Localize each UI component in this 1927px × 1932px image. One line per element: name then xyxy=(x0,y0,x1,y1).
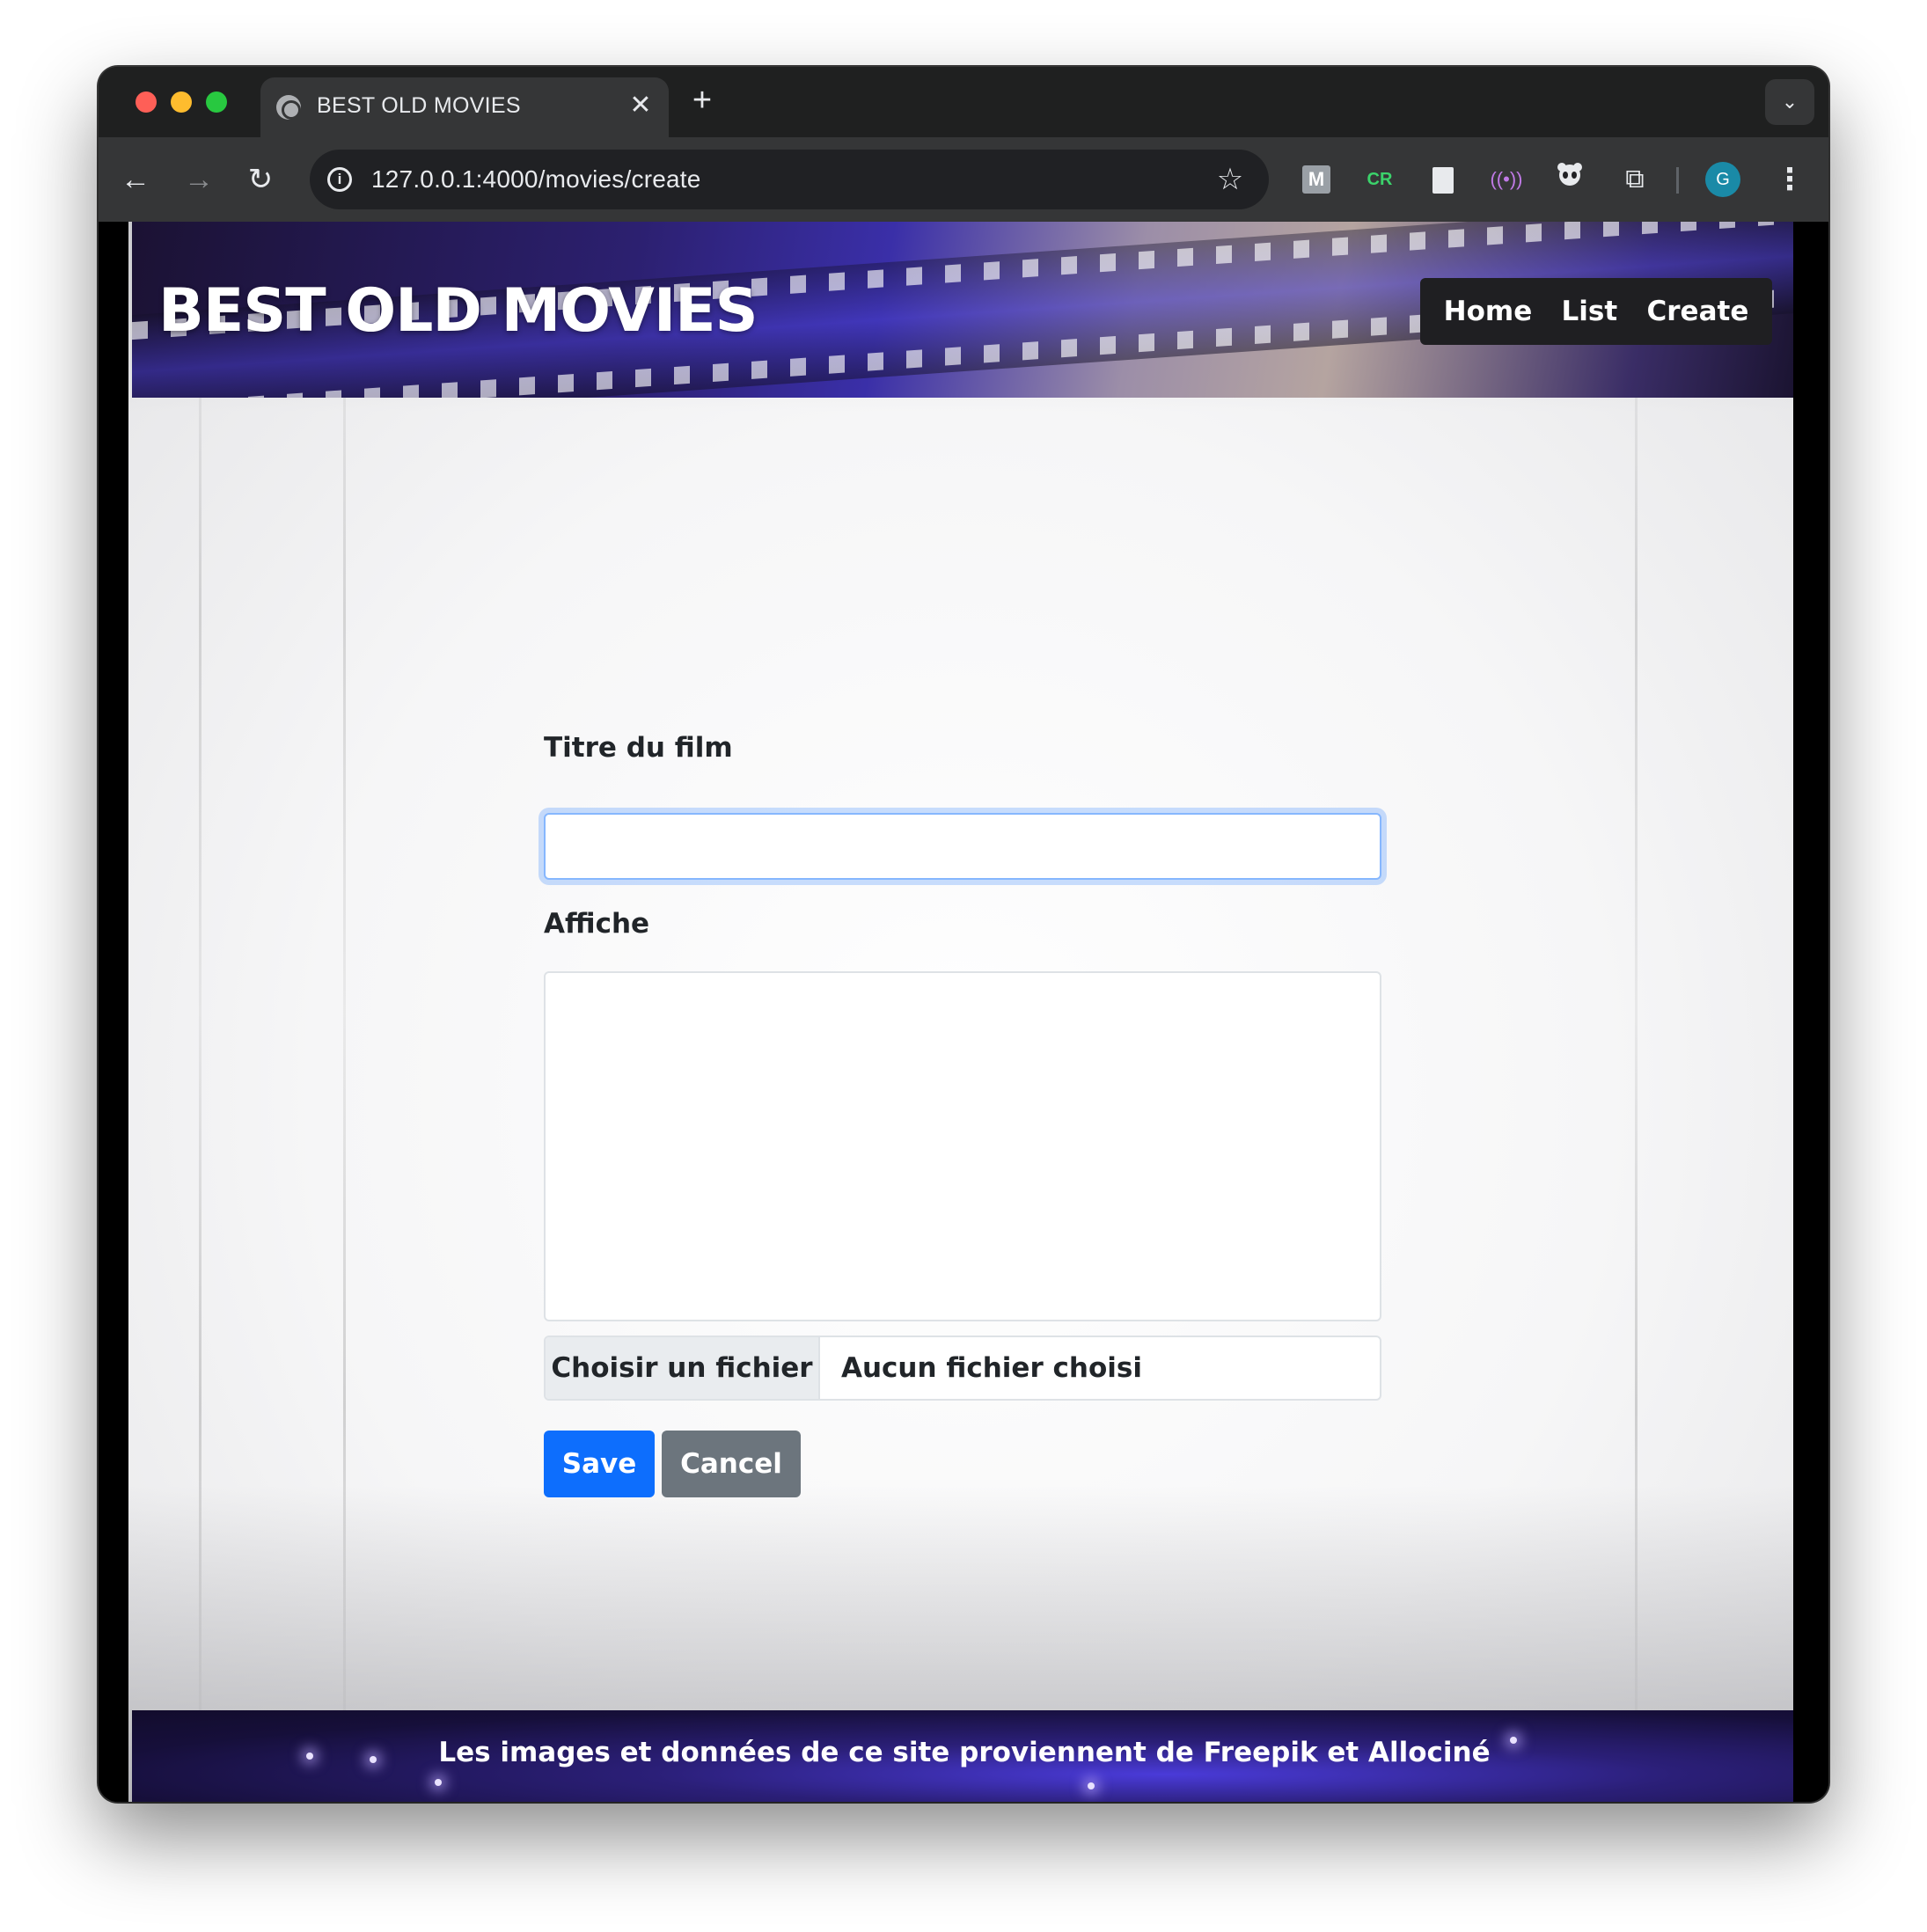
file-status-text: Aucun fichier choisi xyxy=(841,1352,1142,1384)
save-button[interactable]: Save xyxy=(544,1431,655,1497)
browser-toolbar: ← → ↻ i 127.0.0.1:4000/movies/create ☆ M… xyxy=(99,137,1828,222)
site-info-icon[interactable]: i xyxy=(327,167,352,192)
reload-icon[interactable]: ↻ xyxy=(239,158,282,201)
extension-radio-icon[interactable]: ((•)) xyxy=(1487,160,1526,199)
viewport-right-edge xyxy=(1799,222,1828,1802)
address-bar[interactable]: i 127.0.0.1:4000/movies/create ☆ xyxy=(310,150,1269,209)
browser-titlebar: BEST OLD MOVIES ✕ + ⌄ xyxy=(99,67,1828,137)
globe-icon xyxy=(276,95,301,120)
title-label: Titre du film xyxy=(544,732,733,764)
url-text[interactable]: 127.0.0.1:4000/movies/create xyxy=(371,165,701,194)
poster-textarea[interactable] xyxy=(544,971,1381,1321)
page-viewport: BEST OLD MOVIES Home List Create Titre d… xyxy=(128,222,1793,1802)
tab-search-chevron-down-icon[interactable]: ⌄ xyxy=(1765,79,1814,125)
close-window-button[interactable] xyxy=(136,91,157,113)
extension-m-icon[interactable]: M xyxy=(1297,160,1336,199)
extension-doc-icon[interactable] xyxy=(1424,160,1462,199)
extension-panda-icon[interactable] xyxy=(1550,160,1589,199)
profile-avatar[interactable]: G xyxy=(1705,162,1740,197)
browser-menu-icon[interactable]: ⋮ xyxy=(1770,158,1809,201)
title-input[interactable] xyxy=(544,813,1381,880)
nav-home-link[interactable]: Home xyxy=(1444,296,1533,327)
toolbar-divider xyxy=(1676,167,1679,194)
cancel-button[interactable]: Cancel xyxy=(662,1431,801,1497)
extension-cr-icon[interactable]: CR xyxy=(1360,160,1399,199)
file-input[interactable]: Choisir un fichier Aucun fichier choisi xyxy=(544,1336,1381,1401)
film-scratch xyxy=(199,222,201,1802)
back-arrow-icon[interactable]: ← xyxy=(114,158,157,201)
site-footer: Les images et données de ce site provien… xyxy=(132,1710,1793,1802)
poster-label: Affiche xyxy=(544,908,650,940)
browser-tab[interactable]: BEST OLD MOVIES ✕ xyxy=(260,77,669,137)
browser-window: BEST OLD MOVIES ✕ + ⌄ ← → ↻ i 127.0.0.1:… xyxy=(99,67,1828,1802)
nav-list-link[interactable]: List xyxy=(1562,296,1618,327)
bookmark-star-icon[interactable]: ☆ xyxy=(1211,160,1249,199)
nav-create-link[interactable]: Create xyxy=(1647,296,1749,327)
tab-title: BEST OLD MOVIES xyxy=(317,93,521,118)
footer-credits: Les images et données de ce site provien… xyxy=(438,1737,1491,1768)
site-brand[interactable]: BEST OLD MOVIES xyxy=(158,276,758,346)
extensions-puzzle-icon[interactable]: ⧉ xyxy=(1616,160,1654,199)
maximize-window-button[interactable] xyxy=(206,91,227,113)
sparkle-decoration xyxy=(1088,1782,1095,1789)
viewport-left-edge xyxy=(99,222,128,1802)
sparkle-decoration xyxy=(435,1779,442,1786)
film-scratch xyxy=(1635,222,1638,1802)
forward-arrow-icon[interactable]: → xyxy=(178,158,220,201)
film-scratch xyxy=(343,222,346,1802)
site-header: BEST OLD MOVIES Home List Create xyxy=(132,222,1793,398)
minimize-window-button[interactable] xyxy=(171,91,192,113)
new-tab-button[interactable]: + xyxy=(681,79,723,121)
site-nav: Home List Create xyxy=(1420,278,1772,345)
tab-close-icon[interactable]: ✕ xyxy=(625,90,656,121)
choose-file-button[interactable]: Choisir un fichier xyxy=(546,1337,820,1399)
